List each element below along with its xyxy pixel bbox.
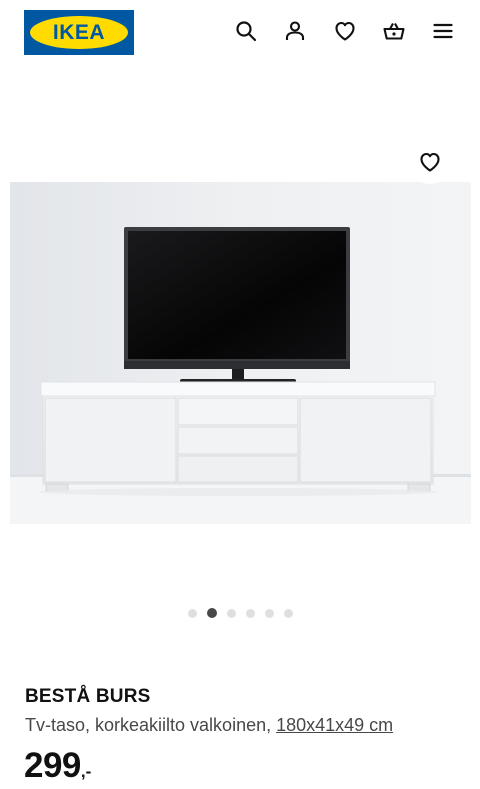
basket-icon[interactable] xyxy=(380,17,408,45)
add-to-favourites-button[interactable] xyxy=(408,140,452,184)
carousel-dot[interactable] xyxy=(264,608,274,618)
heart-icon xyxy=(420,152,440,172)
product-price: 299 ,- xyxy=(24,746,91,786)
carousel-dot[interactable] xyxy=(226,608,236,618)
product-measurement-link[interactable]: 180x41x49 cm xyxy=(276,715,393,735)
carousel-dot[interactable] xyxy=(245,608,255,618)
product-description: Tv-taso, korkeakiilto valkoinen, 180x41x… xyxy=(25,715,393,736)
logo-oval: IKEA xyxy=(30,16,128,49)
site-header: IKEA xyxy=(0,0,480,62)
tv-bench-image xyxy=(10,182,471,524)
product-description-text: Tv-taso, korkeakiilto valkoinen, xyxy=(25,715,277,735)
ikea-logo[interactable]: IKEA xyxy=(24,10,134,55)
search-icon[interactable] xyxy=(232,17,260,45)
carousel-dot[interactable] xyxy=(187,608,197,618)
profile-icon[interactable] xyxy=(281,17,309,45)
price-integer: 299 xyxy=(24,746,81,785)
product-name: BESTÅ BURS xyxy=(25,686,151,707)
carousel-pagination xyxy=(0,606,480,620)
carousel-dot-active[interactable] xyxy=(206,608,217,618)
menu-icon[interactable] xyxy=(429,17,457,45)
product-image[interactable] xyxy=(10,182,471,524)
heart-icon[interactable] xyxy=(331,17,359,45)
price-suffix: ,- xyxy=(80,762,92,781)
carousel-dot[interactable] xyxy=(283,608,293,618)
logo-text: IKEA xyxy=(52,20,106,44)
